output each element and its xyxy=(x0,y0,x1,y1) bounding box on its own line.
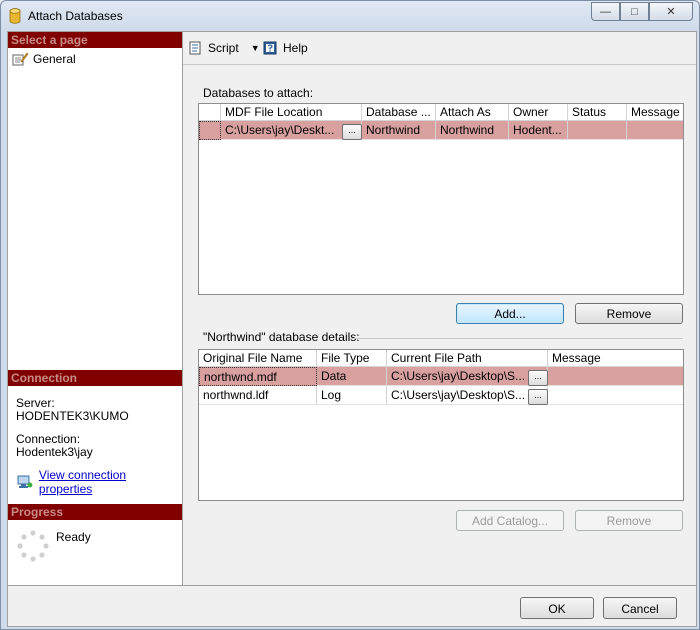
cell-mdf-location-text: C:\Users\jay\Deskt... xyxy=(225,123,335,137)
minimize-button[interactable]: — xyxy=(591,2,620,21)
script-button[interactable]: Script ▼ xyxy=(188,41,260,55)
maximize-button[interactable]: □ xyxy=(620,2,649,21)
cell-mdf-location[interactable]: C:\Users\jay\Deskt... xyxy=(221,121,362,140)
help-button[interactable]: Help xyxy=(263,41,308,55)
progress-spinner-icon xyxy=(17,530,49,562)
server-label: Server: xyxy=(16,396,55,410)
script-icon xyxy=(189,41,201,55)
connection-properties-icon xyxy=(17,475,33,488)
add-catalog-button[interactable]: Add Catalog... xyxy=(456,510,564,531)
database-details-grid[interactable]: Original File Name File Type Current Fil… xyxy=(198,349,684,501)
cell-file-type[interactable]: Data xyxy=(317,367,387,386)
right-pane: Script ▼ Help Databases to attach: MDF F… xyxy=(183,32,696,585)
dialog-client-area: Select a page General Connection Server:… xyxy=(7,31,697,627)
cell-original-file-name[interactable]: northwnd.ldf xyxy=(199,386,317,405)
server-value: HODENTEK3\KUMO xyxy=(16,409,129,423)
database-icon xyxy=(9,8,21,24)
column-header-original-file-name[interactable]: Original File Name xyxy=(199,350,317,367)
cell-original-file-name[interactable]: northwnd.mdf xyxy=(199,367,317,386)
cell-current-file-path-text: C:\Users\jay\Desktop\S... xyxy=(391,388,526,402)
column-header-attach-as[interactable]: Attach As xyxy=(436,104,509,121)
help-label: Help xyxy=(283,41,308,55)
details-separator xyxy=(351,338,683,339)
title-bar: Attach Databases — □ ✕ xyxy=(1,1,699,31)
general-page-icon xyxy=(12,52,28,66)
browse-file-path-button[interactable]: ... xyxy=(528,389,548,405)
connection-value: Hodentek3\jay xyxy=(16,445,93,459)
select-page-header: Select a page xyxy=(8,32,182,48)
dialog-footer: OK Cancel xyxy=(8,585,696,627)
page-item-general-label: General xyxy=(33,52,76,66)
cell-current-file-path-text: C:\Users\jay\Desktop\S... xyxy=(391,369,526,383)
script-dropdown-icon[interactable]: ▼ xyxy=(251,43,260,53)
remove-database-button[interactable]: Remove xyxy=(575,303,683,324)
cell-database-name[interactable]: Northwind xyxy=(362,121,436,140)
minimize-icon: — xyxy=(600,5,611,18)
cell-current-file-path[interactable]: C:\Users\jay\Desktop\S... xyxy=(387,367,548,386)
toolbar: Script ▼ Help xyxy=(183,32,696,65)
view-connection-properties-link[interactable]: View connection properties xyxy=(39,468,182,496)
cancel-button[interactable]: Cancel xyxy=(603,597,677,619)
column-header-current-file-path[interactable]: Current File Path xyxy=(387,350,548,367)
cell-owner[interactable]: Hodent... xyxy=(509,121,568,140)
column-header-file-type[interactable]: File Type xyxy=(317,350,387,367)
add-button[interactable]: Add... xyxy=(456,303,564,324)
script-label: Script xyxy=(208,41,239,55)
column-header-details-message[interactable]: Message xyxy=(548,350,683,367)
column-header-message[interactable]: Message xyxy=(627,104,683,121)
left-pane: Select a page General Connection Server:… xyxy=(8,32,183,585)
page-item-general[interactable]: General xyxy=(12,52,76,66)
cell-status xyxy=(568,121,627,140)
progress-header: Progress xyxy=(8,504,182,520)
close-button[interactable]: ✕ xyxy=(649,2,693,21)
close-icon: ✕ xyxy=(666,6,676,18)
database-details-label: "Northwind" database details: xyxy=(203,330,360,344)
remove-file-button[interactable]: Remove xyxy=(575,510,683,531)
connection-label: Connection: xyxy=(16,432,81,446)
window-title: Attach Databases xyxy=(28,9,123,23)
maximize-icon: □ xyxy=(631,5,638,18)
connection-header: Connection xyxy=(8,370,182,386)
help-icon xyxy=(263,41,277,55)
cell-file-type[interactable]: Log xyxy=(317,386,387,405)
browse-file-path-button[interactable]: ... xyxy=(528,370,548,386)
ok-button[interactable]: OK xyxy=(520,597,594,619)
cell-attach-as[interactable]: Northwind xyxy=(436,121,509,140)
databases-to-attach-label: Databases to attach: xyxy=(203,86,314,100)
cell-message xyxy=(627,121,683,140)
databases-to-attach-grid[interactable]: MDF File Location Database ... Attach As… xyxy=(198,103,684,295)
browse-mdf-button[interactable]: ... xyxy=(342,124,362,140)
general-page-content: Databases to attach: MDF File Location D… xyxy=(185,65,696,585)
cell-current-file-path[interactable]: C:\Users\jay\Desktop\S... xyxy=(387,386,548,405)
grid-header-rowselector xyxy=(199,104,221,121)
row-selector[interactable] xyxy=(199,121,221,140)
column-header-database-name[interactable]: Database ... xyxy=(362,104,436,121)
column-header-mdf-location[interactable]: MDF File Location xyxy=(221,104,362,121)
column-header-owner[interactable]: Owner xyxy=(509,104,568,121)
view-connection-properties[interactable]: View connection properties xyxy=(17,468,182,496)
column-header-status[interactable]: Status xyxy=(568,104,627,121)
attach-databases-window: Attach Databases — □ ✕ Select a page Gen… xyxy=(0,0,700,630)
cell-details-message xyxy=(548,367,683,386)
cell-details-message xyxy=(548,386,683,405)
progress-status: Ready xyxy=(56,530,91,544)
